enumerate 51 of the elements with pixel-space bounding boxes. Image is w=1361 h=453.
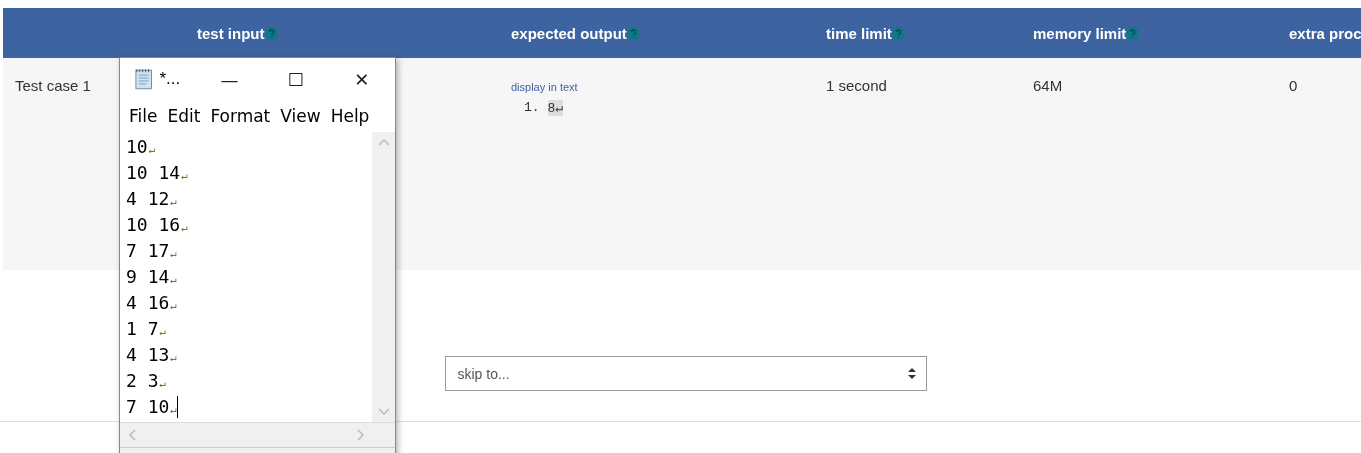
menu-item[interactable]: Help <box>325 106 375 126</box>
text-caret <box>177 396 178 418</box>
window-title: *... <box>159 69 182 89</box>
text-line: 4 13 <box>126 343 170 367</box>
table-cell: 1 second <box>826 58 1033 270</box>
help-icon[interactable] <box>1126 26 1140 40</box>
maximize-button[interactable]: ☐ <box>262 58 329 100</box>
newline-mark: ↵ <box>170 350 177 366</box>
newline-mark: ↵ <box>170 402 177 418</box>
scroll-left-icon[interactable] <box>128 429 136 441</box>
table-cell: 64M <box>1033 58 1289 270</box>
table-cell: 0 <box>1289 58 1361 270</box>
column-header: time limit <box>826 24 892 42</box>
sort-caret-icon <box>907 368 916 379</box>
menu-item[interactable]: View <box>275 106 326 126</box>
text-line: 7 17 <box>126 239 170 263</box>
help-icon[interactable] <box>264 26 278 40</box>
help-icon[interactable] <box>891 26 905 40</box>
close-button[interactable]: ✕ <box>328 58 395 100</box>
scroll-up-icon[interactable] <box>377 138 390 146</box>
column-header: expected output <box>511 24 627 42</box>
scroll-down-icon[interactable] <box>377 408 390 416</box>
newline-mark: ↵ <box>170 194 177 210</box>
minimize-button[interactable]: — <box>196 58 263 100</box>
newline-mark: ↵ <box>148 142 156 158</box>
text-line: 4 16 <box>126 291 170 315</box>
newline-mark: ↵ <box>170 298 177 314</box>
menu-item[interactable]: File <box>124 106 163 126</box>
text-line: 1 7 <box>126 317 159 341</box>
text-line: 10 <box>126 135 148 159</box>
menu-item[interactable]: Format <box>205 106 276 126</box>
skip-select[interactable]: skip to... <box>444 356 927 391</box>
text-line: 10 14 <box>126 161 181 185</box>
newline-mark: ↵ <box>181 168 188 184</box>
text-area[interactable]: 10↵ 10 14↵ 4 12↵ 10 16↵ 7 17↵ 9 14↵ 4 16↵ 1 7↵ 4 13↵ 2 3↵ 7 10↵ <box>120 132 372 422</box>
text-line: 10 16 <box>126 213 181 237</box>
newline-mark: ↵ <box>159 325 167 340</box>
help-icon[interactable] <box>626 26 640 40</box>
text-line: 2 3 <box>126 369 159 393</box>
line-number: 1. <box>524 100 540 116</box>
newline-mark: ↵ <box>170 246 177 262</box>
scroll-right-icon[interactable] <box>357 429 365 441</box>
column-header: test input <box>197 24 265 42</box>
column-header: extra proc <box>1289 24 1361 42</box>
display-link[interactable]: display in text <box>511 81 578 93</box>
newline-mark: ↵ <box>181 220 188 236</box>
text-line: 4 12 <box>126 187 170 211</box>
column-header: memory limit <box>1033 24 1127 42</box>
newline-mark: ↵ <box>170 272 177 288</box>
text-line: 7 10 <box>126 395 170 419</box>
newline-mark: ↵ <box>159 377 167 392</box>
